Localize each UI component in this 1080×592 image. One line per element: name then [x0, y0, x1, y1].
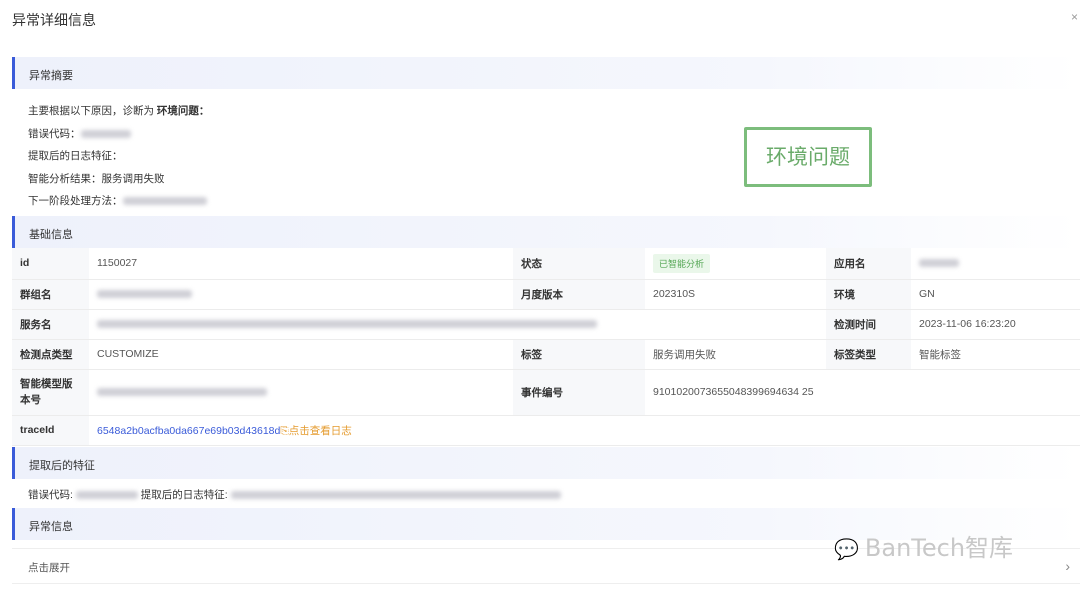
- section-title: 基础信息: [29, 229, 73, 241]
- section-title: 异常摘要: [29, 70, 73, 82]
- redacted-value: [97, 290, 192, 299]
- redacted-value: [97, 320, 597, 329]
- view-log-link[interactable]: 点击查看日志: [289, 425, 352, 437]
- section-basic-header: 基础信息: [12, 216, 1080, 248]
- table-row: 服务名 检测时间 2023-11-06 16:23:20: [12, 309, 1080, 340]
- summary-log-feature: 提取后的日志特征：: [28, 150, 123, 162]
- diagnosis-result: 环境问题：: [156, 105, 210, 117]
- table-row: 群组名 月度版本 202310S 环境 GN: [12, 279, 1080, 310]
- field-label: 标签: [513, 339, 645, 370]
- table-row: id 1150027 状态 已智能分析 应用名: [12, 248, 1080, 280]
- basic-info-table: id 1150027 状态 已智能分析 应用名 群组名 月度版本 202310S…: [12, 248, 1080, 446]
- field-label: 检测时间: [826, 309, 911, 340]
- section-summary-header: 异常摘要: [12, 57, 1080, 89]
- field-label: traceId: [12, 415, 89, 446]
- modal-title: 异常详细信息: [12, 12, 96, 28]
- table-row: 检测点类型 CUSTOMIZE 标签 服务调用失败 标签类型 智能标签: [12, 339, 1080, 370]
- extracted-features-line: 错误代码: 提取后的日志特征:: [28, 487, 561, 502]
- redacted-value: [122, 197, 207, 206]
- field-label: 智能模型版本号: [12, 369, 89, 416]
- redacted-value: [919, 259, 959, 268]
- section-extracted-header: 提取后的特征: [12, 447, 1080, 479]
- summary-diagnosis: 主要根据以下原因，诊断为 环境问题：: [28, 105, 210, 117]
- chevron-right-icon[interactable]: ›: [1065, 558, 1070, 574]
- expand-label: 点击展开: [28, 562, 70, 574]
- summary-analysis: 智能分析结果：服务调用失败: [28, 172, 165, 185]
- field-label: 状态: [513, 248, 645, 280]
- wechat-icon: 💬: [834, 537, 859, 561]
- summary-block: 主要根据以下原因，诊断为 环境问题： 错误代码： 提取后的日志特征： 智能分析结…: [28, 100, 209, 213]
- close-icon[interactable]: ×: [1071, 10, 1078, 24]
- section-title: 提取后的特征: [29, 460, 95, 472]
- field-label: 环境: [826, 279, 911, 310]
- exception-detail-modal: 异常详细信息 × 异常摘要 主要根据以下原因，诊断为 环境问题： 错误代码： 提…: [0, 0, 1080, 592]
- field-label: 服务名: [12, 309, 89, 340]
- watermark: 💬 BanTech智库: [834, 534, 1014, 562]
- view-log-icon[interactable]: ⎘: [280, 425, 288, 437]
- summary-next-step: 下一阶段处理方法：: [28, 190, 209, 213]
- table-row: traceId 6548a2b0acfba0da667e69b03d43618d…: [12, 415, 1080, 446]
- field-value: 智能标签: [911, 339, 1080, 370]
- summary-error-code: 错误代码：: [28, 123, 209, 146]
- field-label: 标签类型: [826, 339, 911, 370]
- diagnosis-stamp: 环境问题: [744, 127, 872, 187]
- field-label: id: [12, 248, 89, 280]
- field-value: 服务调用失败: [645, 339, 826, 370]
- field-value: 9101020073655048399694634 25: [645, 369, 1080, 416]
- field-value: 202310S: [645, 279, 826, 310]
- redacted-value: [75, 491, 138, 500]
- field-value: 1150027: [89, 248, 513, 280]
- field-label: 事件编号: [513, 369, 645, 416]
- redacted-value: [80, 129, 131, 138]
- trace-id-link[interactable]: 6548a2b0acfba0da667e69b03d43618d: [97, 425, 280, 437]
- field-value: 2023-11-06 16:23:20: [911, 309, 1080, 340]
- field-label: 月度版本: [513, 279, 645, 310]
- table-row: 智能模型版本号 事件编号 9101020073655048399694634 2…: [12, 369, 1080, 416]
- field-label: 群组名: [12, 279, 89, 310]
- field-label: 检测点类型: [12, 339, 89, 370]
- field-value: GN: [911, 279, 1080, 310]
- field-value: CUSTOMIZE: [89, 339, 513, 370]
- status-badge: 已智能分析: [653, 253, 711, 273]
- redacted-value: [97, 388, 267, 397]
- section-title: 异常信息: [29, 521, 73, 533]
- redacted-value: [230, 491, 561, 500]
- field-label: 应用名: [826, 248, 911, 280]
